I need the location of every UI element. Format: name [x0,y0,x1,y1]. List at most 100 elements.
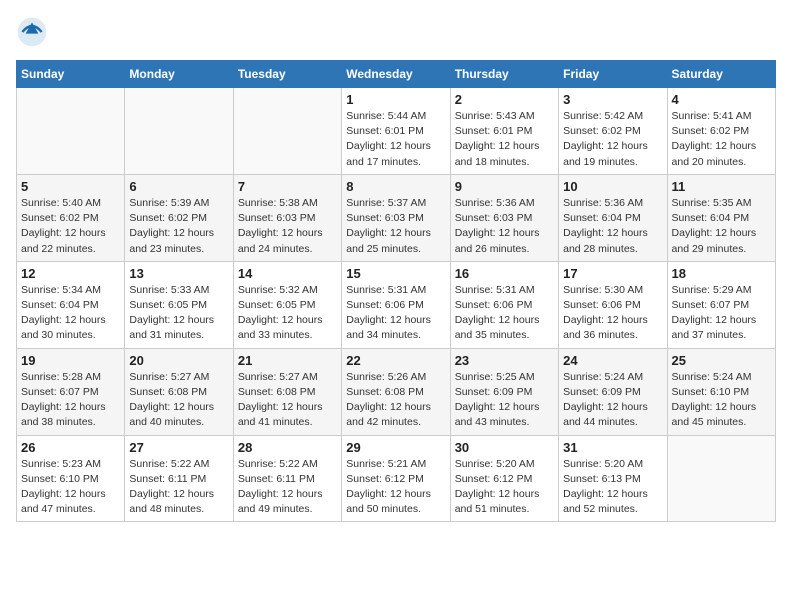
header-cell-monday: Monday [125,61,233,88]
day-number: 4 [672,92,771,107]
day-number: 31 [563,440,662,455]
day-cell: 19Sunrise: 5:28 AM Sunset: 6:07 PM Dayli… [17,348,125,435]
day-cell: 3 Sunrise: 5:42 AM Sunset: 6:02 PM Daylig… [559,88,667,175]
day-info: Sunrise: 5:27 AM Sunset: 6:08 PM Dayligh… [129,370,228,431]
week-row-5: 26 Sunrise: 5:23 AM Sunset: 6:10 PM Dayli… [17,435,776,522]
day-info: Sunrise: 5:20 AM Sunset: 6:13 PM Dayligh… [563,457,662,518]
day-number: 30 [455,440,554,455]
day-number: 5 [21,179,120,194]
day-cell: 6Sunrise: 5:39 AM Sunset: 6:02 PM Daylig… [125,174,233,261]
day-number: 24 [563,353,662,368]
calendar-header: SundayMondayTuesdayWednesdayThursdayFrid… [17,61,776,88]
day-info: Sunrise: 5:31 AM Sunset: 6:06 PM Dayligh… [346,283,445,344]
header-cell-thursday: Thursday [450,61,558,88]
day-info: Sunrise: 5:38 AM Sunset: 6:03 PM Dayligh… [238,196,337,257]
day-number: 26 [21,440,120,455]
day-info: Sunrise: 5:28 AM Sunset: 6:07 PM Dayligh… [21,370,120,431]
day-number: 3 [563,92,662,107]
day-number: 15 [346,266,445,281]
day-cell [233,88,341,175]
day-info: Sunrise: 5:31 AM Sunset: 6:06 PM Dayligh… [455,283,554,344]
day-info: Sunrise: 5:27 AM Sunset: 6:08 PM Dayligh… [238,370,337,431]
day-info: Sunrise: 5:26 AM Sunset: 6:08 PM Dayligh… [346,370,445,431]
day-number: 20 [129,353,228,368]
day-number: 23 [455,353,554,368]
day-info: Sunrise: 5:23 AM Sunset: 6:10 PM Dayligh… [21,457,120,518]
day-cell: 11 Sunrise: 5:35 AM Sunset: 6:04 PM Dayli… [667,174,775,261]
day-info: Sunrise: 5:41 AM Sunset: 6:02 PM Dayligh… [672,109,771,170]
day-cell: 14 Sunrise: 5:32 AM Sunset: 6:05 PM Dayli… [233,261,341,348]
day-number: 22 [346,353,445,368]
day-info: Sunrise: 5:33 AM Sunset: 6:05 PM Dayligh… [129,283,228,344]
week-row-2: 5 Sunrise: 5:40 AM Sunset: 6:02 PM Daylig… [17,174,776,261]
day-number: 21 [238,353,337,368]
day-info: Sunrise: 5:29 AM Sunset: 6:07 PM Dayligh… [672,283,771,344]
day-cell: 17 Sunrise: 5:30 AM Sunset: 6:06 PM Dayli… [559,261,667,348]
day-info: Sunrise: 5:36 AM Sunset: 6:03 PM Dayligh… [455,196,554,257]
day-cell: 15 Sunrise: 5:31 AM Sunset: 6:06 PM Dayli… [342,261,450,348]
day-cell: 7 Sunrise: 5:38 AM Sunset: 6:03 PM Daylig… [233,174,341,261]
day-number: 13 [129,266,228,281]
page-header [16,16,776,48]
week-row-4: 19Sunrise: 5:28 AM Sunset: 6:07 PM Dayli… [17,348,776,435]
day-info: Sunrise: 5:30 AM Sunset: 6:06 PM Dayligh… [563,283,662,344]
day-info: Sunrise: 5:22 AM Sunset: 6:11 PM Dayligh… [238,457,337,518]
day-cell: 25 Sunrise: 5:24 AM Sunset: 6:10 PM Dayli… [667,348,775,435]
day-cell: 27Sunrise: 5:22 AM Sunset: 6:11 PM Dayli… [125,435,233,522]
day-number: 25 [672,353,771,368]
day-cell: 18 Sunrise: 5:29 AM Sunset: 6:07 PM Dayli… [667,261,775,348]
day-cell: 23 Sunrise: 5:25 AM Sunset: 6:09 PM Dayli… [450,348,558,435]
day-info: Sunrise: 5:24 AM Sunset: 6:10 PM Dayligh… [672,370,771,431]
day-info: Sunrise: 5:39 AM Sunset: 6:02 PM Dayligh… [129,196,228,257]
day-cell: 24 Sunrise: 5:24 AM Sunset: 6:09 PM Dayli… [559,348,667,435]
header-cell-sunday: Sunday [17,61,125,88]
day-number: 9 [455,179,554,194]
header-cell-saturday: Saturday [667,61,775,88]
day-info: Sunrise: 5:22 AM Sunset: 6:11 PM Dayligh… [129,457,228,518]
logo [16,16,52,48]
day-cell: 10Sunrise: 5:36 AM Sunset: 6:04 PM Dayli… [559,174,667,261]
day-info: Sunrise: 5:34 AM Sunset: 6:04 PM Dayligh… [21,283,120,344]
day-number: 18 [672,266,771,281]
header-cell-wednesday: Wednesday [342,61,450,88]
day-info: Sunrise: 5:24 AM Sunset: 6:09 PM Dayligh… [563,370,662,431]
day-number: 14 [238,266,337,281]
day-cell [17,88,125,175]
day-info: Sunrise: 5:32 AM Sunset: 6:05 PM Dayligh… [238,283,337,344]
calendar-table: SundayMondayTuesdayWednesdayThursdayFrid… [16,60,776,522]
day-cell: 2 Sunrise: 5:43 AM Sunset: 6:01 PM Daylig… [450,88,558,175]
day-info: Sunrise: 5:25 AM Sunset: 6:09 PM Dayligh… [455,370,554,431]
day-cell: 26 Sunrise: 5:23 AM Sunset: 6:10 PM Dayli… [17,435,125,522]
day-number: 28 [238,440,337,455]
day-cell: 1 Sunrise: 5:44 AM Sunset: 6:01 PM Daylig… [342,88,450,175]
logo-icon [16,16,48,48]
day-info: Sunrise: 5:42 AM Sunset: 6:02 PM Dayligh… [563,109,662,170]
day-cell: 30 Sunrise: 5:20 AM Sunset: 6:12 PM Dayli… [450,435,558,522]
day-info: Sunrise: 5:20 AM Sunset: 6:12 PM Dayligh… [455,457,554,518]
day-cell [125,88,233,175]
header-cell-friday: Friday [559,61,667,88]
header-row: SundayMondayTuesdayWednesdayThursdayFrid… [17,61,776,88]
day-number: 11 [672,179,771,194]
day-number: 2 [455,92,554,107]
day-info: Sunrise: 5:43 AM Sunset: 6:01 PM Dayligh… [455,109,554,170]
day-info: Sunrise: 5:44 AM Sunset: 6:01 PM Dayligh… [346,109,445,170]
calendar-body: 1 Sunrise: 5:44 AM Sunset: 6:01 PM Daylig… [17,88,776,522]
day-number: 8 [346,179,445,194]
day-number: 17 [563,266,662,281]
day-cell: 31 Sunrise: 5:20 AM Sunset: 6:13 PM Dayli… [559,435,667,522]
day-number: 7 [238,179,337,194]
day-info: Sunrise: 5:35 AM Sunset: 6:04 PM Dayligh… [672,196,771,257]
day-number: 16 [455,266,554,281]
day-number: 29 [346,440,445,455]
day-cell: 28 Sunrise: 5:22 AM Sunset: 6:11 PM Dayli… [233,435,341,522]
day-cell: 8Sunrise: 5:37 AM Sunset: 6:03 PM Daylig… [342,174,450,261]
day-number: 1 [346,92,445,107]
day-cell: 21 Sunrise: 5:27 AM Sunset: 6:08 PM Dayli… [233,348,341,435]
week-row-1: 1 Sunrise: 5:44 AM Sunset: 6:01 PM Daylig… [17,88,776,175]
day-cell: 9 Sunrise: 5:36 AM Sunset: 6:03 PM Daylig… [450,174,558,261]
day-info: Sunrise: 5:40 AM Sunset: 6:02 PM Dayligh… [21,196,120,257]
week-row-3: 12Sunrise: 5:34 AM Sunset: 6:04 PM Dayli… [17,261,776,348]
day-cell: 29Sunrise: 5:21 AM Sunset: 6:12 PM Dayli… [342,435,450,522]
day-cell: 16 Sunrise: 5:31 AM Sunset: 6:06 PM Dayli… [450,261,558,348]
